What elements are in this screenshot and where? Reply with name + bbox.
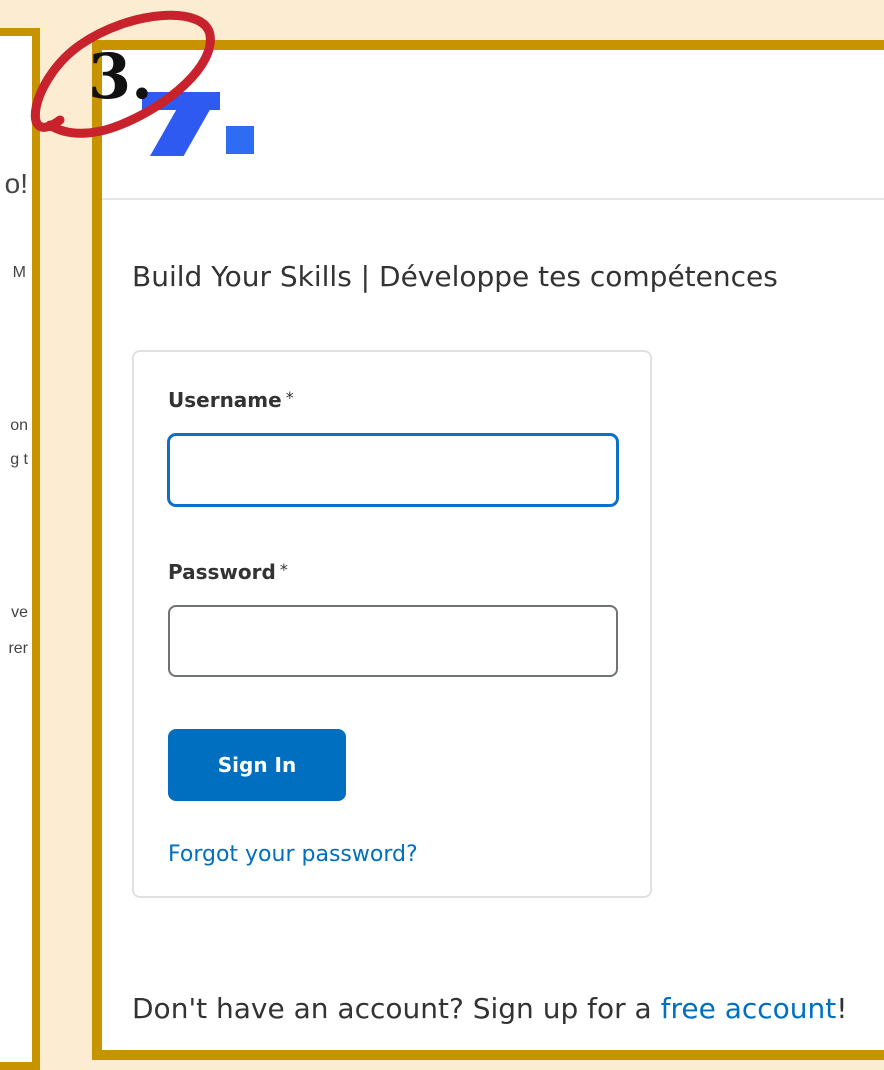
background-text-fragment: M [12, 264, 26, 281]
required-asterisk: * [279, 560, 288, 579]
username-input[interactable] [168, 434, 618, 506]
signup-prompt-text: Don't have an account? Sign up for a [132, 992, 661, 1025]
page-header [102, 50, 884, 200]
page-title: Build Your Skills | Développe tes compét… [132, 260, 778, 293]
free-account-link[interactable]: free account [661, 992, 837, 1025]
username-label-text: Username [168, 388, 282, 412]
signup-prompt-suffix: ! [836, 992, 848, 1025]
forgot-password-link[interactable]: Forgot your password? [168, 842, 418, 867]
password-label-text: Password [168, 560, 276, 584]
background-text-fragment: ve [11, 604, 28, 621]
background-text-fragment: on [10, 417, 28, 434]
login-form-card: Username * Password * Sign In Forgot your … [132, 350, 652, 898]
background-text-fragment: o! [4, 168, 28, 199]
password-label: Password * [168, 560, 288, 584]
background-page-panel: o! M on g t ve rer [0, 28, 40, 1070]
username-label: Username * [168, 388, 294, 412]
logo-dot [226, 126, 254, 154]
required-asterisk: * [285, 388, 294, 407]
login-page-panel: Build Your Skills | Développe tes compét… [92, 40, 884, 1060]
background-text-fragment: rer [8, 640, 28, 657]
background-text-fragment: g t [10, 451, 28, 468]
sign-in-button[interactable]: Sign In [168, 729, 346, 801]
signup-prompt: Don't have an account? Sign up for a fre… [132, 992, 847, 1025]
password-input[interactable] [168, 605, 618, 677]
